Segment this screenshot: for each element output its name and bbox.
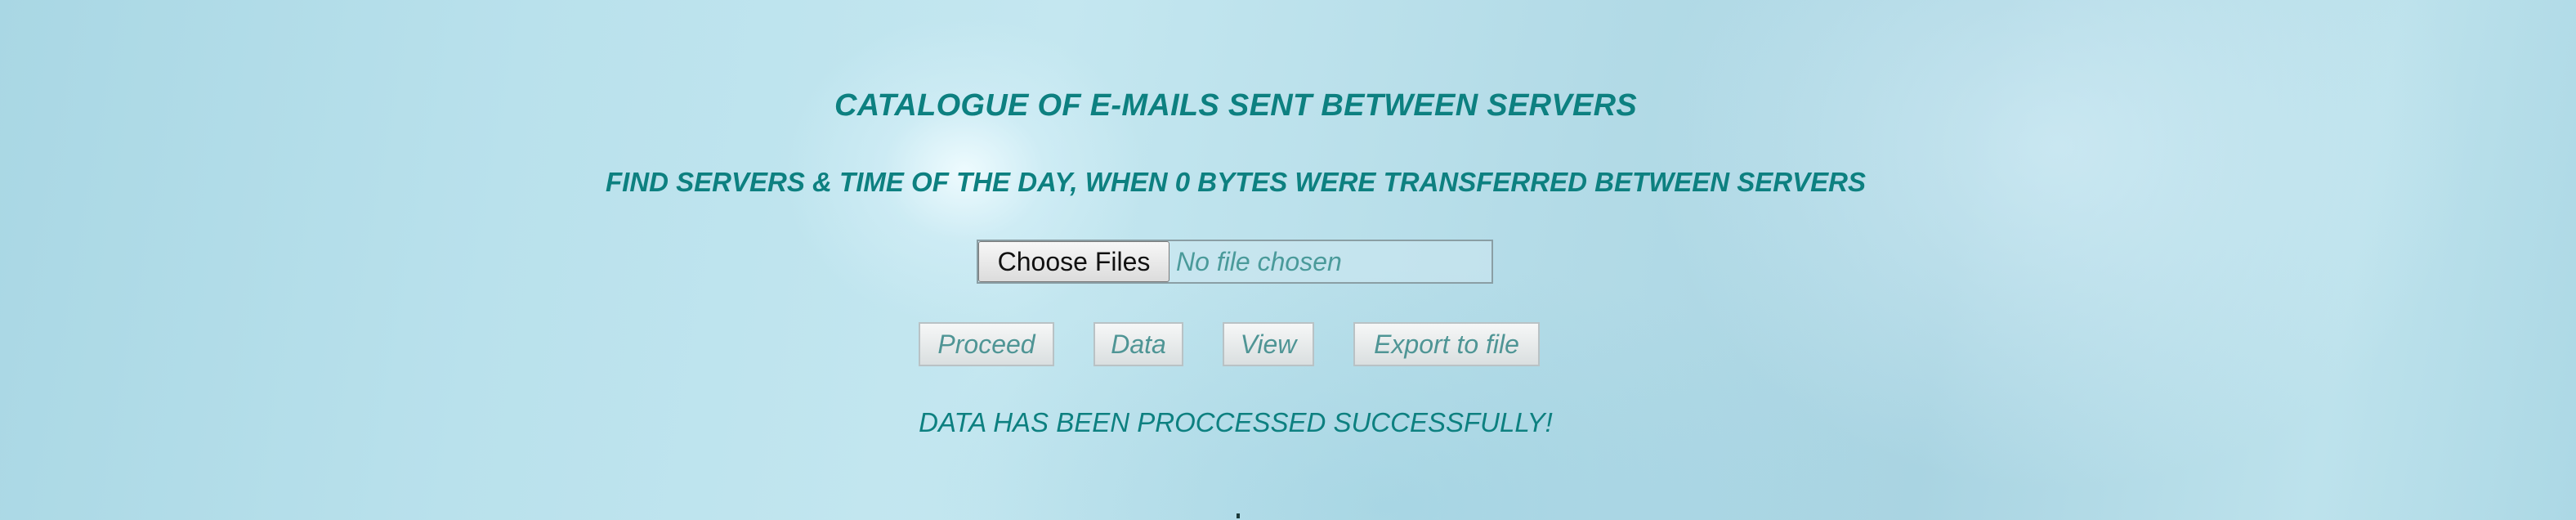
file-status-text: No file chosen (1176, 246, 1342, 276)
file-input[interactable]: Choose Files No file chosen (977, 240, 1493, 284)
data-button[interactable]: Data (1093, 322, 1183, 366)
page: CATALOGUE OF E-MAILS SENT BETWEEN SERVER… (0, 0, 2576, 520)
choose-files-button[interactable]: Choose Files (978, 241, 1169, 282)
dot-marker (1237, 513, 1240, 518)
proceed-button[interactable]: Proceed (919, 322, 1054, 366)
status-message: DATA HAS BEEN PROCCESSED SUCCESSFULLY! (919, 407, 1553, 437)
view-button[interactable]: View (1223, 322, 1314, 366)
export-to-file-button[interactable]: Export to file (1353, 322, 1540, 366)
page-title: CATALOGUE OF E-MAILS SENT BETWEEN SERVER… (834, 88, 1638, 123)
page-subtitle: FIND SERVERS & TIME OF THE DAY, WHEN 0 B… (606, 167, 1866, 197)
